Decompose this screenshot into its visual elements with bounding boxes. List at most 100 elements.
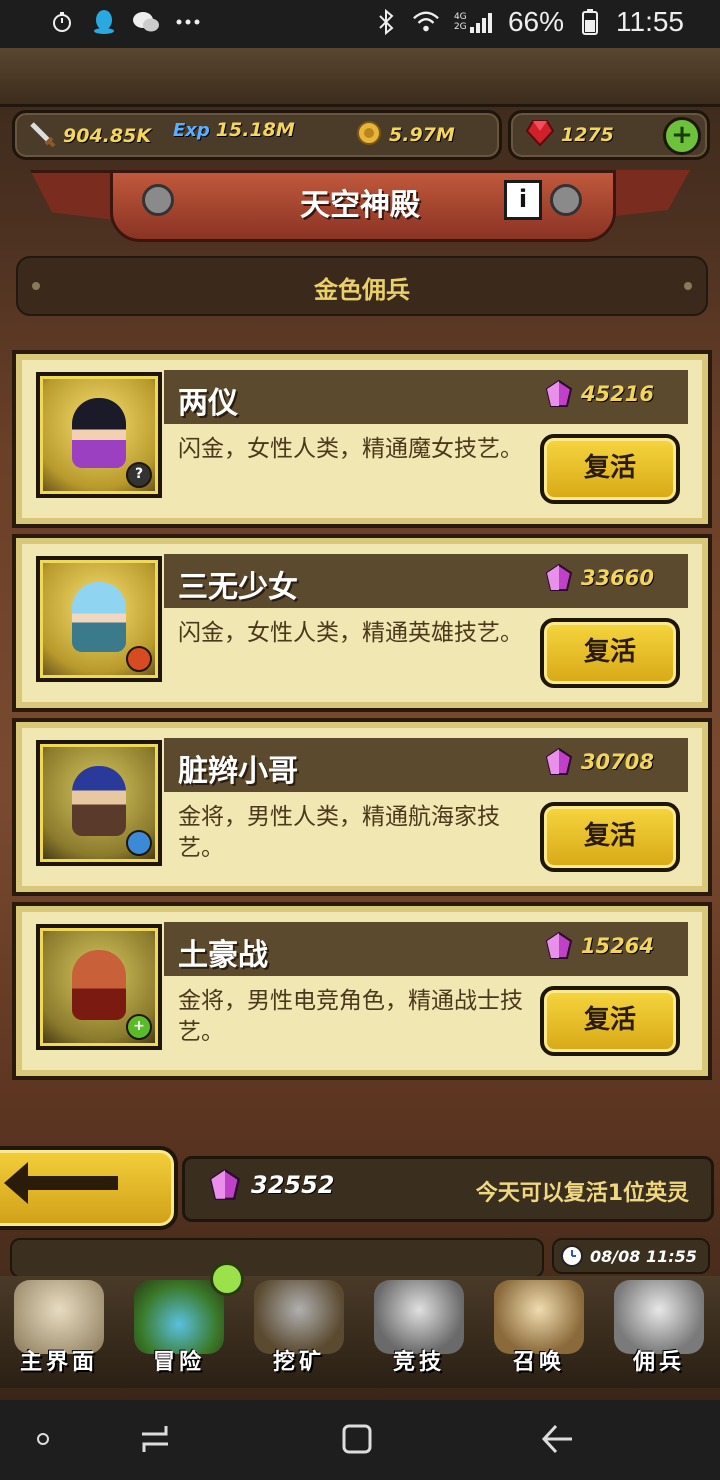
compass-badge-icon	[126, 646, 152, 672]
hero-sprite	[72, 582, 126, 652]
pickaxe-icon	[254, 1280, 344, 1354]
revive-cost: 33660	[545, 564, 654, 592]
revive-note: 今天可以复活1位英灵	[475, 1181, 689, 1206]
nav-summon[interactable]: 召唤	[480, 1276, 598, 1388]
nav-label: 主界面	[19, 1350, 98, 1375]
hero-name-bar: 三无少女 33660	[164, 554, 688, 608]
nav-label: 挖矿	[272, 1350, 325, 1375]
nav-arena[interactable]: 竞技	[360, 1276, 478, 1388]
battery-icon	[576, 8, 604, 36]
hero-description: 闪金，女性人类，精通英雄技艺。	[178, 620, 523, 646]
nav-label: 冒险	[152, 1350, 205, 1375]
plus-badge-icon: +	[126, 1014, 152, 1040]
ruby-resource: 1275	[525, 119, 614, 151]
gold-resource: 5.97M	[355, 119, 455, 151]
revive-cost: 15264	[545, 932, 654, 960]
bottom-nav: 主界面 冒险 挖矿 竞技 召唤 佣兵	[0, 1276, 720, 1388]
network-type: 4G 2G	[453, 12, 467, 32]
info-button[interactable]: i	[504, 180, 542, 220]
sword-icon	[27, 119, 57, 153]
page-title: 天空神殿	[300, 188, 420, 223]
signal-icon: 4G 2G	[452, 8, 496, 36]
tent-icon	[614, 1280, 704, 1354]
chat-bar[interactable]	[10, 1238, 544, 1278]
nav-label: 佣兵	[632, 1350, 685, 1375]
gem-icon	[545, 932, 573, 959]
star-badge-icon	[126, 830, 152, 856]
home-button[interactable]	[332, 1414, 382, 1464]
status-right-icons: 4G 2G 66% 11:55	[372, 6, 684, 38]
home-dot-button[interactable]	[18, 1414, 68, 1464]
hero-description: 金将，男性电竞角色，精通战士技艺。	[178, 988, 523, 1045]
question-badge-icon: ?	[126, 462, 152, 488]
gem-resource-bar: 1275 +	[508, 110, 710, 160]
nav-label: 召唤	[512, 1350, 565, 1375]
ruby-icon	[525, 119, 555, 151]
hero-card: 脏辫小哥 30708 金将，男性人类，精通航海家技艺。 复活	[12, 718, 712, 896]
hero-portrait[interactable]	[36, 556, 162, 682]
gem-icon	[545, 748, 573, 775]
section-header: 金色佣兵	[16, 256, 708, 316]
hero-card: + 土豪战 15264 金将，男性电竞角色，精通战士技艺。 复活	[12, 902, 712, 1080]
revive-button[interactable]: 复活	[540, 986, 680, 1056]
hero-name-bar: 土豪战 15264	[164, 922, 688, 976]
hero-name: 脏辫小哥	[178, 754, 298, 789]
gem-icon	[545, 380, 573, 407]
gem-balance-panel: 32552 今天可以复活1位英灵	[182, 1156, 714, 1222]
gold-coin-icon	[355, 119, 383, 151]
add-gems-button[interactable]: +	[663, 117, 701, 155]
gem-icon	[209, 1169, 241, 1200]
exp-resource: Exp 15.18M	[173, 119, 295, 141]
crossed-swords-icon	[374, 1280, 464, 1354]
revive-cost-value: 33660	[580, 566, 654, 590]
clock-icon	[561, 1245, 583, 1267]
battery-percent: 66%	[507, 6, 564, 37]
gold-value: 5.97M	[389, 124, 455, 146]
island-icon	[134, 1280, 224, 1354]
date-time: 08/08 11:55	[590, 1246, 697, 1266]
revive-cost: 30708	[545, 748, 654, 776]
hero-portrait[interactable]	[36, 740, 162, 866]
revive-cost-value: 30708	[580, 750, 654, 774]
back-button[interactable]	[0, 1146, 178, 1230]
more-icon	[174, 8, 202, 36]
hero-description: 金将，男性人类，精通航海家技艺。	[178, 804, 500, 861]
gem-total: 32552	[209, 1169, 335, 1201]
exp-value: 15.18M	[215, 119, 295, 141]
stopwatch-icon	[48, 8, 76, 36]
revive-cost-value: 45216	[580, 382, 654, 406]
attack-resource: 904.85K	[27, 119, 151, 153]
hero-portrait[interactable]: +	[36, 924, 162, 1050]
title-banner: 天空神殿 i	[30, 170, 690, 242]
hero-name: 土豪战	[178, 938, 268, 973]
wifi-icon	[412, 8, 440, 36]
gem-icon	[545, 564, 573, 591]
back-nav-button[interactable]	[532, 1414, 582, 1464]
revive-button[interactable]: 复活	[540, 434, 680, 504]
revive-cost-value: 15264	[580, 934, 654, 958]
nav-main[interactable]: 主界面	[0, 1276, 118, 1388]
back-arrow-icon	[4, 1162, 118, 1204]
recents-button[interactable]	[130, 1414, 180, 1464]
hero-sprite	[72, 950, 126, 1020]
hero-name-bar: 脏辫小哥 30708	[164, 738, 688, 792]
nav-label: 竞技	[392, 1350, 445, 1375]
hero-name: 两仪	[178, 386, 238, 421]
revive-cost: 45216	[545, 380, 654, 408]
qq-icon	[90, 8, 118, 36]
nav-mercenary[interactable]: 佣兵	[600, 1276, 718, 1388]
hero-description: 闪金，女性人类，精通魔女技艺。	[178, 436, 523, 462]
revive-button[interactable]: 复活	[540, 618, 680, 688]
hero-card: ? 两仪 45216 闪金，女性人类，精通魔女技艺。 复活	[12, 350, 712, 528]
clock: 11:55	[616, 6, 684, 37]
hero-sprite	[72, 398, 126, 468]
revive-button[interactable]: 复活	[540, 802, 680, 872]
nav-mining[interactable]: 挖矿	[240, 1276, 358, 1388]
hero-sprite	[72, 766, 126, 836]
notification-dot	[210, 1262, 244, 1296]
hero-portrait[interactable]: ?	[36, 372, 162, 498]
hero-name-bar: 两仪 45216	[164, 370, 688, 424]
top-strip	[0, 48, 720, 107]
ruby-value: 1275	[561, 124, 614, 146]
attack-value: 904.85K	[63, 125, 152, 147]
